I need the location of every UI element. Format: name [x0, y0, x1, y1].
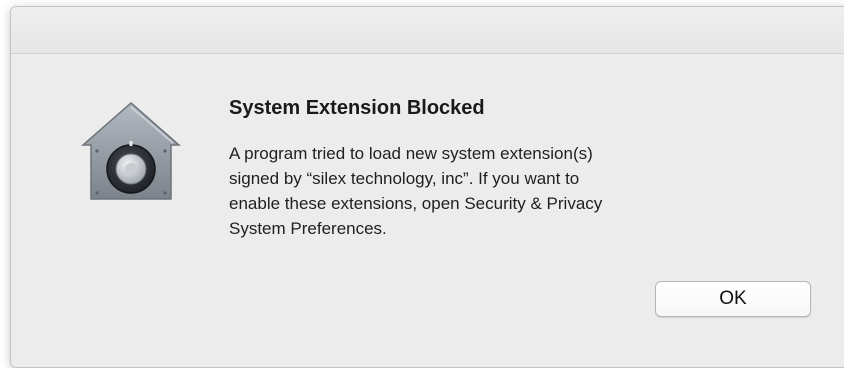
message-line: signed by “silex technology, inc”. If yo…: [229, 169, 580, 188]
ok-button[interactable]: OK: [655, 281, 811, 317]
message-line: System Preferences.: [229, 219, 387, 238]
alert-dialog: System Extension Blocked A program tried…: [10, 6, 844, 368]
message-line: enable these extensions, open Security &…: [229, 194, 603, 213]
message-line: A program tried to load new system exten…: [229, 144, 593, 163]
dialog-title: System Extension Blocked: [229, 97, 485, 119]
dialog-titlebar: [11, 7, 844, 54]
dialog-message: A program tried to load new system exten…: [229, 141, 789, 241]
security-lock-house-icon: [75, 95, 187, 207]
